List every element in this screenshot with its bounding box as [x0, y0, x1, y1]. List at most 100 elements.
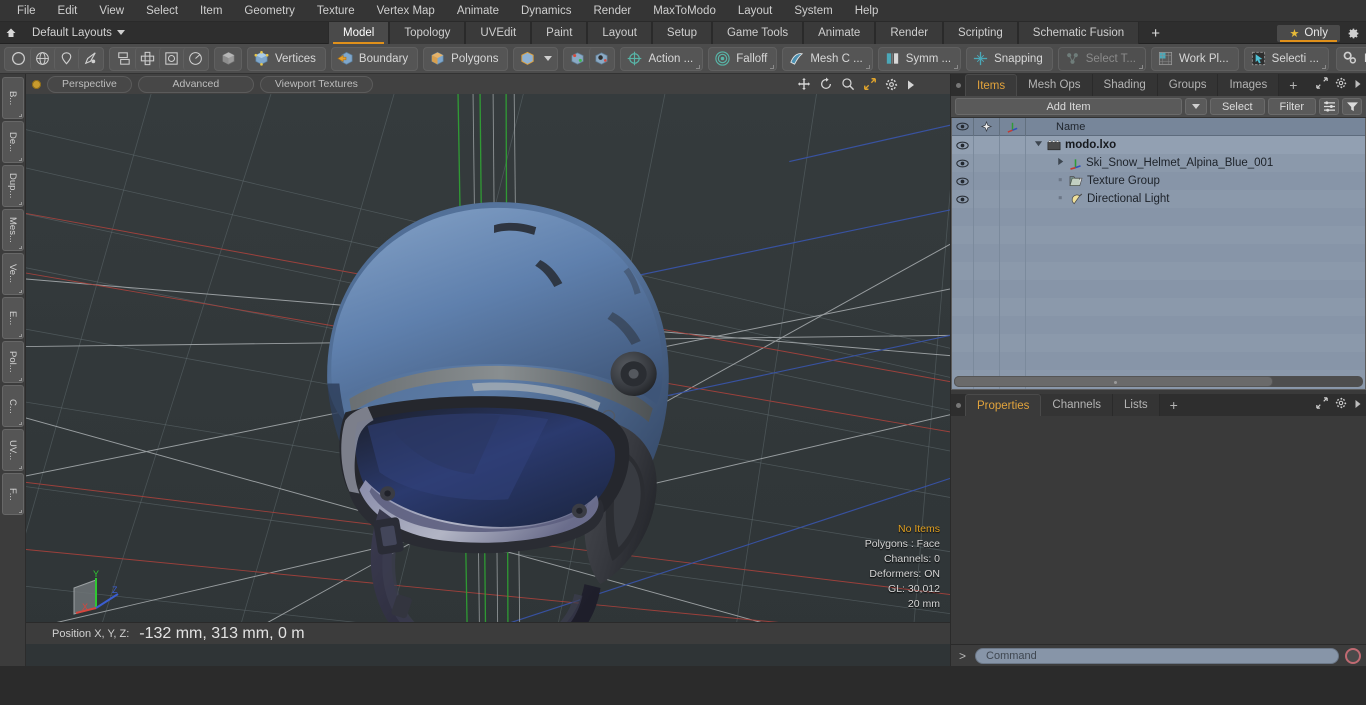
rail-button-9[interactable]: F...	[2, 473, 24, 515]
item-name-cell[interactable]: Ski_Snow_Helmet_Alpina_Blue_001	[1026, 157, 1273, 170]
paint-select-icon[interactable]	[78, 48, 102, 70]
move-icon[interactable]	[797, 77, 811, 96]
table-row[interactable]: Ski_Snow_Helmet_Alpina_Blue_001	[952, 154, 1365, 172]
globe-select-icon[interactable]	[30, 48, 54, 70]
circle-select-icon[interactable]	[6, 48, 30, 70]
falloff-button[interactable]: Falloff	[708, 47, 777, 71]
mode-boundary-button[interactable]: Boundary	[331, 47, 418, 71]
align-icon[interactable]	[111, 48, 135, 70]
viewport-style-button[interactable]: Advanced	[138, 76, 254, 93]
rail-button-0[interactable]: B...	[2, 77, 24, 119]
snap-a-icon[interactable]	[565, 48, 589, 70]
axis-cell[interactable]	[1000, 172, 1026, 190]
visibility-eye-icon[interactable]	[952, 172, 974, 190]
lasso-select-icon[interactable]	[54, 48, 78, 70]
arrow-right-icon[interactable]	[1354, 396, 1362, 414]
gear-icon[interactable]	[885, 78, 898, 96]
add-item-button[interactable]: Add Item	[955, 98, 1182, 115]
rotate-icon[interactable]	[819, 77, 833, 96]
filter-funnel-icon[interactable]	[1342, 98, 1362, 115]
mode-polygons-button[interactable]: Polygons	[423, 47, 508, 71]
viewport-canvas[interactable]: No Items Polygons : Face Channels: 0 Def…	[26, 94, 950, 644]
viewport-textures-button[interactable]: Viewport Textures	[260, 76, 373, 93]
menu-item-edit[interactable]: Edit	[47, 1, 89, 21]
visibility-eye-icon[interactable]	[952, 190, 974, 208]
tab-groups[interactable]: Groups	[1158, 74, 1219, 96]
menu-item-animate[interactable]: Animate	[446, 1, 510, 21]
scrollbar-thumb[interactable]	[954, 376, 1273, 387]
menu-item-dynamics[interactable]: Dynamics	[510, 1, 582, 21]
command-input[interactable]: Command	[975, 648, 1339, 664]
tab-shading[interactable]: Shading	[1093, 74, 1158, 96]
lock-column-header[interactable]	[974, 118, 1000, 136]
panel-menu-dot[interactable]	[951, 394, 965, 416]
item-name-cell[interactable]: Texture Group	[1026, 175, 1160, 187]
cube-icon[interactable]	[515, 48, 539, 70]
rail-button-8[interactable]: UV...	[2, 429, 24, 471]
menu-item-render[interactable]: Render	[582, 1, 642, 21]
table-row[interactable]: Texture Group	[952, 172, 1365, 190]
eye-column-header[interactable]	[952, 118, 974, 136]
add-item-dropdown[interactable]	[1185, 98, 1207, 115]
chevron-down-icon[interactable]	[1034, 139, 1043, 151]
lock-cell[interactable]	[974, 172, 1000, 190]
item-tree-hscrollbar[interactable]	[954, 376, 1363, 387]
item-name-cell[interactable]: Directional Light	[1026, 193, 1169, 206]
layout-tab-model[interactable]: Model	[328, 22, 389, 44]
expand-icon[interactable]	[1316, 76, 1328, 94]
visibility-eye-icon[interactable]	[952, 154, 974, 172]
snapping-button[interactable]: Snapping	[966, 47, 1053, 71]
axis-cell[interactable]	[1000, 136, 1026, 154]
lock-cell[interactable]	[974, 136, 1000, 154]
layout-tab-schematic-fusion[interactable]: Schematic Fusion	[1018, 22, 1139, 44]
table-row[interactable]: Directional Light	[952, 190, 1365, 208]
rail-button-2[interactable]: Dup...	[2, 165, 24, 207]
lock-cell[interactable]	[974, 154, 1000, 172]
tab-mesh-ops[interactable]: Mesh Ops	[1017, 74, 1092, 96]
axis-cell[interactable]	[1000, 190, 1026, 208]
gear-icon[interactable]	[1335, 396, 1347, 414]
tab-add-button[interactable]: +	[1160, 394, 1188, 416]
rail-button-6[interactable]: Pol...	[2, 341, 24, 383]
action-center-button[interactable]: Action ...	[620, 47, 703, 71]
menu-item-maxtomodo[interactable]: MaxToModo	[642, 1, 727, 21]
tab-channels[interactable]: Channels	[1041, 394, 1113, 416]
axis-cell[interactable]	[1000, 154, 1026, 172]
tab-add-button[interactable]: +	[1279, 74, 1307, 96]
layout-tab-scripting[interactable]: Scripting	[943, 22, 1018, 44]
layout-tab-topology[interactable]: Topology	[389, 22, 465, 44]
menu-item-view[interactable]: View	[88, 1, 135, 21]
menu-item-select[interactable]: Select	[135, 1, 189, 21]
chevron-right-icon[interactable]	[1056, 157, 1065, 169]
add-layout-tab-button[interactable]: +	[1139, 22, 1172, 44]
center-icon[interactable]	[135, 48, 159, 70]
layout-selector[interactable]: Default Layouts	[22, 27, 125, 39]
rail-button-5[interactable]: E...	[2, 297, 24, 339]
rail-button-4[interactable]: Ve...	[2, 253, 24, 295]
mode-vertices-button[interactable]: Vertices	[247, 47, 326, 71]
viewport-projection-button[interactable]: Perspective	[47, 76, 132, 93]
bound-icon[interactable]	[159, 48, 183, 70]
gear-icon[interactable]	[1335, 76, 1347, 94]
menu-item-help[interactable]: Help	[844, 1, 890, 21]
menu-item-geometry[interactable]: Geometry	[233, 1, 306, 21]
rail-button-1[interactable]: De...	[2, 121, 24, 163]
record-icon[interactable]	[1345, 648, 1361, 664]
home-icon[interactable]	[0, 23, 22, 43]
work-plane-button[interactable]: Work Pl...	[1151, 47, 1239, 71]
menu-item-file[interactable]: File	[6, 1, 47, 21]
item-tree[interactable]: Name modo.lxoSki_Snow_Helmet_Alpina_Blue…	[951, 118, 1366, 390]
item-name-cell[interactable]: modo.lxo	[1026, 139, 1116, 151]
menu-item-texture[interactable]: Texture	[306, 1, 366, 21]
layout-tab-setup[interactable]: Setup	[652, 22, 712, 44]
panel-menu-dot[interactable]	[951, 74, 965, 96]
arrow-right-icon[interactable]	[1354, 76, 1362, 94]
select-button[interactable]: Select	[1210, 98, 1265, 115]
arrow-right-icon[interactable]	[906, 78, 916, 96]
menu-item-item[interactable]: Item	[189, 1, 233, 21]
radial-icon[interactable]	[183, 48, 207, 70]
tab-images[interactable]: Images	[1218, 74, 1279, 96]
axis-column-header[interactable]	[1000, 118, 1026, 136]
layout-tab-paint[interactable]: Paint	[531, 22, 587, 44]
snap-b-icon[interactable]	[589, 48, 613, 70]
